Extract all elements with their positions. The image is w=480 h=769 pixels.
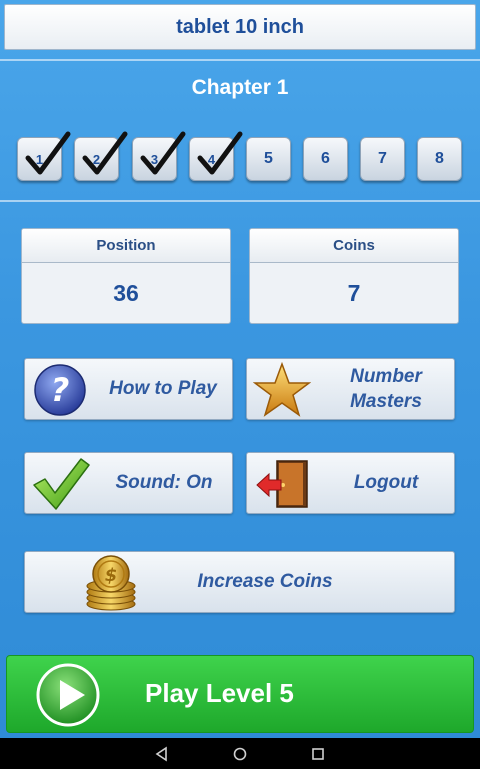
play-icon xyxy=(36,663,100,727)
coins-label: Coins xyxy=(250,229,458,263)
divider xyxy=(0,200,480,202)
question-icon: ? xyxy=(34,364,86,416)
logout-label: Logout xyxy=(353,472,419,493)
level-button-1[interactable]: 1 xyxy=(17,131,71,181)
increase-coins-label: Increase Coins xyxy=(197,571,333,592)
coin-stack-icon: $ xyxy=(86,555,136,611)
coins-value: 7 xyxy=(347,279,361,306)
position-panel: Position 36 xyxy=(21,228,231,324)
coins-panel: Coins 7 xyxy=(249,228,459,324)
level-button-8[interactable]: 8 xyxy=(417,137,462,181)
level-button-2[interactable]: 2 xyxy=(74,131,128,181)
level-complete-check-icon xyxy=(25,131,71,175)
system-navigation-bar xyxy=(0,738,480,769)
level-complete-check-icon xyxy=(140,131,186,175)
home-icon[interactable] xyxy=(232,746,248,762)
svg-text:$: $ xyxy=(105,565,118,586)
level-complete-check-icon xyxy=(197,131,243,175)
sound-toggle-button[interactable]: Sound: On xyxy=(24,452,233,514)
checkmark-icon xyxy=(33,458,90,510)
level-button-3[interactable]: 3 xyxy=(132,131,186,181)
number-masters-button[interactable]: Number Masters xyxy=(246,358,455,420)
how-to-play-label: How to Play xyxy=(109,378,217,399)
logout-button[interactable]: Logout xyxy=(246,452,455,514)
chapter-title: Chapter 1 xyxy=(191,76,289,99)
level-number: 7 xyxy=(378,150,387,167)
number-masters-label-line1: Number xyxy=(350,366,422,387)
level-button-6[interactable]: 6 xyxy=(303,137,348,181)
door-exit-icon xyxy=(256,460,308,508)
level-number: 5 xyxy=(264,150,273,167)
number-masters-label-line2: Masters xyxy=(350,391,422,412)
level-number: 6 xyxy=(321,150,330,167)
play-level-button[interactable]: Play Level 5 xyxy=(6,655,474,733)
level-complete-check-icon xyxy=(82,131,128,175)
recent-apps-icon[interactable] xyxy=(310,746,326,762)
how-to-play-button[interactable]: ? How to Play xyxy=(24,358,233,420)
divider xyxy=(0,59,480,61)
level-button-7[interactable]: 7 xyxy=(360,137,405,181)
level-button-4[interactable]: 4 xyxy=(189,131,243,181)
search-field-value: tablet 10 inch xyxy=(176,15,304,38)
position-label: Position xyxy=(22,229,230,263)
increase-coins-button[interactable]: $ Increase Coins xyxy=(24,551,455,613)
star-icon xyxy=(253,362,311,417)
level-number: 8 xyxy=(435,150,444,167)
play-level-label: Play Level 5 xyxy=(145,678,294,708)
back-icon[interactable] xyxy=(154,746,170,762)
sound-label: Sound: On xyxy=(115,472,213,493)
position-value: 36 xyxy=(113,279,139,306)
search-field[interactable]: tablet 10 inch xyxy=(4,4,476,50)
level-button-5[interactable]: 5 xyxy=(246,137,291,181)
level-selector: 1 2 3 4 5 6 7 8 xyxy=(17,130,464,184)
svg-text:?: ? xyxy=(51,371,70,409)
